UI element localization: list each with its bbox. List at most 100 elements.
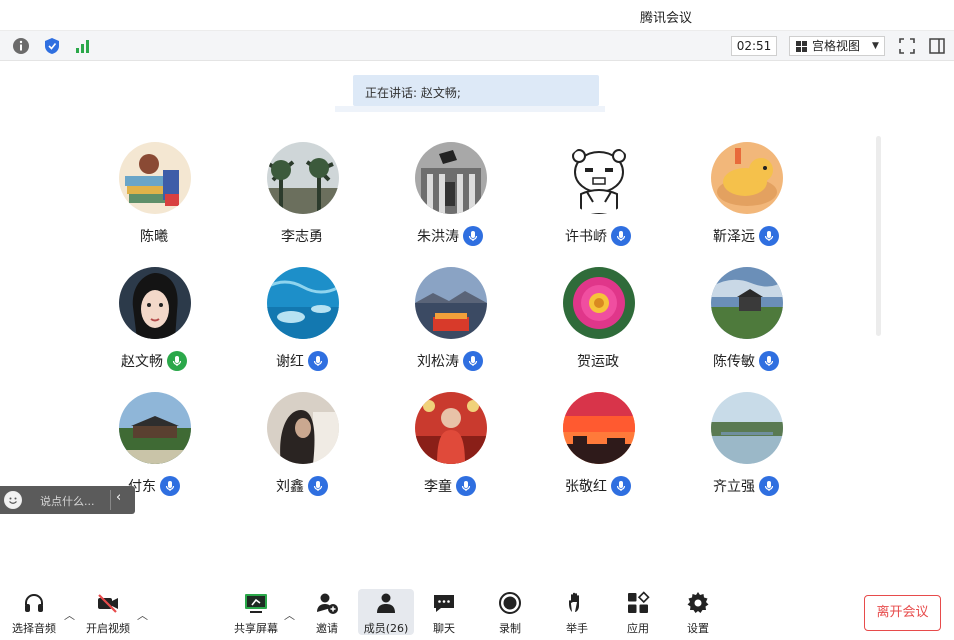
participant-name: 许书峤 xyxy=(565,229,607,245)
participant-name-row: 许书峤 xyxy=(523,226,673,246)
participant-name: 李童 xyxy=(424,479,452,495)
participant-name: 李志勇 xyxy=(281,229,323,245)
participant-tile[interactable]: 贺运政 xyxy=(523,267,673,377)
leave-meeting-button[interactable]: 离开会议 xyxy=(864,595,941,631)
shield-icon[interactable] xyxy=(43,37,61,55)
participant-tile[interactable]: 刘鑫 xyxy=(227,392,377,502)
select-audio-button[interactable]: 选择音频 xyxy=(6,589,62,635)
invite-user-icon xyxy=(317,593,338,614)
participant-name-row: 陈传敏 xyxy=(671,351,821,371)
raise-hand-button[interactable]: 举手 xyxy=(549,589,605,635)
participant-tile[interactable]: 朱洪涛 xyxy=(375,142,525,252)
participant-name-row: 张敬红 xyxy=(523,476,673,496)
mic-icon xyxy=(759,351,779,371)
participant-name: 靳泽远 xyxy=(713,229,755,245)
mic-icon xyxy=(759,476,779,496)
apps-button[interactable]: 应用 xyxy=(610,589,666,635)
mic-icon xyxy=(611,226,631,246)
participant-avatar xyxy=(267,392,339,464)
view-mode-label: 宫格视图 xyxy=(812,39,861,53)
members-button[interactable]: 成员(26) xyxy=(358,589,414,635)
participant-name: 赵文畅 xyxy=(121,354,163,370)
participant-avatar xyxy=(415,267,487,339)
participant-avatar xyxy=(563,267,635,339)
participant-name-row: 刘鑫 xyxy=(227,476,377,496)
participant-avatar xyxy=(415,392,487,464)
mic-icon xyxy=(308,476,328,496)
record-label: 录制 xyxy=(499,622,521,635)
audio-options-chevron-icon[interactable]: ︿ xyxy=(64,607,75,623)
participant-avatar xyxy=(119,267,191,339)
speaking-text: 正在讲话: 赵文畅; xyxy=(365,86,461,100)
participant-tile[interactable]: 齐立强 xyxy=(671,392,821,502)
view-mode-dropdown[interactable]: 宫格视图 ▼ xyxy=(789,36,885,56)
chat-quick-input[interactable]: 说点什么... ‹ xyxy=(0,486,135,514)
participant-tile[interactable]: 陈曦 xyxy=(79,142,229,252)
signal-icon[interactable] xyxy=(74,37,92,55)
settings-button[interactable]: 设置 xyxy=(670,589,726,635)
mic-icon xyxy=(308,351,328,371)
headset-icon xyxy=(25,594,43,612)
side-panel-icon[interactable] xyxy=(928,37,946,55)
start-video-label: 开启视频 xyxy=(86,622,130,635)
raise-hand-icon xyxy=(569,592,579,612)
divider xyxy=(110,490,111,510)
participant-avatar xyxy=(415,142,487,214)
record-icon xyxy=(499,592,521,614)
bottom-toolbar: 选择音频 ︿ 开启视频 ︿ 共享屏幕 ︿ 邀请 成员(26) 聊天 录制 举手 … xyxy=(0,583,954,640)
participant-name: 谢红 xyxy=(276,354,304,370)
participant-tile[interactable]: 张敬红 xyxy=(523,392,673,502)
mic-speaking-icon xyxy=(167,351,187,371)
members-label: 成员(26) xyxy=(363,622,409,635)
participant-avatar xyxy=(563,392,635,464)
participant-name-row: 赵文畅 xyxy=(79,351,229,371)
participant-tile[interactable]: 陈传敏 xyxy=(671,267,821,377)
participant-avatar xyxy=(119,142,191,214)
fullscreen-icon[interactable] xyxy=(898,37,916,55)
video-options-chevron-icon[interactable]: ︿ xyxy=(137,607,148,623)
participant-name-row: 刘松涛 xyxy=(375,351,525,371)
meeting-timer: 02:51 xyxy=(731,36,777,56)
mic-icon xyxy=(463,226,483,246)
participant-tile[interactable]: 赵文畅 xyxy=(79,267,229,377)
chat-label: 聊天 xyxy=(433,622,455,635)
participant-name: 陈曦 xyxy=(140,229,168,245)
participant-name-row: 靳泽远 xyxy=(671,226,821,246)
video-off-icon xyxy=(98,594,118,613)
participant-avatar xyxy=(711,267,783,339)
mic-icon xyxy=(759,226,779,246)
meeting-info-bar: 02:51 宫格视图 ▼ xyxy=(0,30,954,61)
info-icon[interactable] xyxy=(12,37,30,55)
participant-tile[interactable]: 靳泽远 xyxy=(671,142,821,252)
participant-name: 齐立强 xyxy=(713,479,755,495)
participant-tile[interactable]: 谢红 xyxy=(227,267,377,377)
participant-avatar xyxy=(563,142,635,214)
chat-button[interactable]: 聊天 xyxy=(416,589,472,635)
invite-button[interactable]: 邀请 xyxy=(299,589,355,635)
start-video-button[interactable]: 开启视频 xyxy=(80,589,136,635)
grid-scrollbar[interactable] xyxy=(876,136,881,336)
chat-placeholder: 说点什么... xyxy=(40,495,95,508)
record-button[interactable]: 录制 xyxy=(482,589,538,635)
participant-name: 刘松涛 xyxy=(417,354,459,370)
participant-tile[interactable]: 李童 xyxy=(375,392,525,502)
participant-name-row: 谢红 xyxy=(227,351,377,371)
participant-tile[interactable]: 许书峤 xyxy=(523,142,673,252)
participant-name-row: 朱洪涛 xyxy=(375,226,525,246)
participant-name: 贺运政 xyxy=(577,354,619,370)
caret-down-icon: ▼ xyxy=(872,41,879,51)
banner-shadow xyxy=(335,106,605,112)
share-screen-icon xyxy=(245,594,267,613)
mic-icon xyxy=(611,476,631,496)
participant-name-row: 贺运政 xyxy=(523,351,673,371)
share-options-chevron-icon[interactable]: ︿ xyxy=(284,607,295,623)
window-title: 腾讯会议 xyxy=(640,11,693,26)
emoji-icon[interactable] xyxy=(4,491,22,509)
grid-view-icon xyxy=(796,41,807,52)
participant-tile[interactable]: 刘松涛 xyxy=(375,267,525,377)
raise-hand-label: 举手 xyxy=(566,622,588,635)
participant-tile[interactable]: 李志勇 xyxy=(227,142,377,252)
participant-avatar xyxy=(119,392,191,464)
chevron-left-icon[interactable]: ‹ xyxy=(116,490,121,505)
share-screen-button[interactable]: 共享屏幕 xyxy=(228,589,284,635)
